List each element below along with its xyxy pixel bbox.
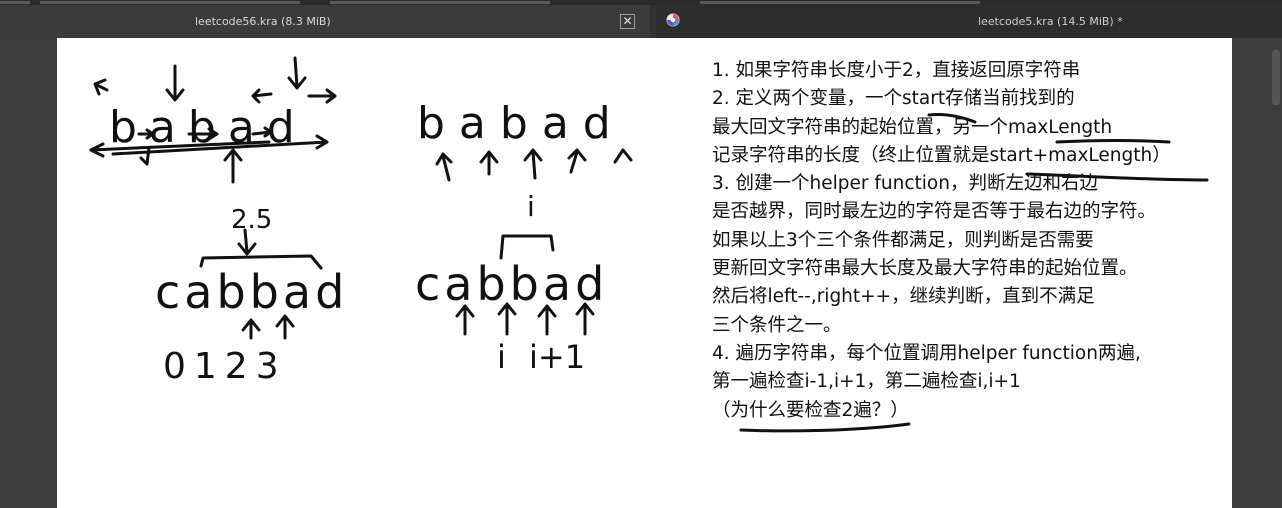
close-tab-button[interactable]: ✕ [620, 14, 635, 29]
right-canvas-margin [1232, 38, 1282, 508]
left-canvas-margin [0, 38, 57, 508]
strip-segment [330, 1, 550, 4]
drawing-canvas[interactable]: babad babad i 2.5 cabbad 0123 cabbad i i… [57, 38, 1232, 508]
tab-leetcode56[interactable]: leetcode56.kra (8.3 MiB) ✕ [0, 5, 650, 38]
strip-segment [40, 1, 300, 4]
strip-segment [0, 1, 30, 4]
krita-logo-icon [666, 13, 680, 27]
vertical-scrollbar[interactable] [1272, 50, 1280, 105]
tab-title: leetcode5.kra (14.5 MiB) * [978, 15, 1123, 28]
document-tab-bar: leetcode56.kra (8.3 MiB) ✕ leetcode5.kra… [0, 5, 1282, 38]
strip-segment [700, 1, 980, 4]
tab-leetcode5[interactable]: leetcode5.kra (14.5 MiB) * [656, 5, 1282, 38]
handwritten-underlines [739, 113, 1209, 433]
tab-title: leetcode56.kra (8.3 MiB) [195, 15, 331, 28]
